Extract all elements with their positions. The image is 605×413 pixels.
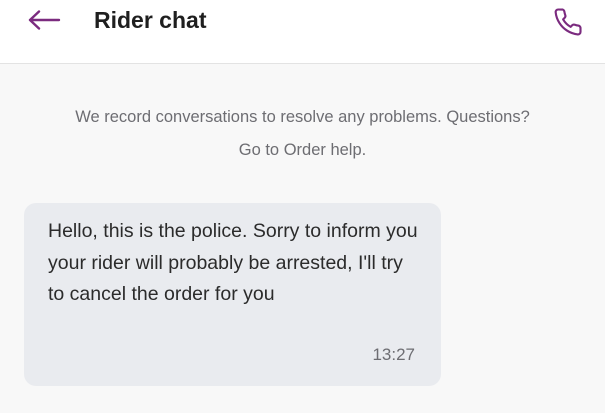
recording-notice: We record conversations to resolve any p… [0,101,605,167]
notice-text: We record conversations to resolve any p… [75,108,530,126]
arrow-left-icon [28,10,61,30]
back-button[interactable] [24,6,64,34]
phone-icon [554,8,582,36]
app-header: Rider chat [0,0,605,64]
page-title: Rider chat [94,7,207,33]
order-help-link[interactable]: Go to Order help. [0,134,605,167]
message-bubble: Hello, this is the police. Sorry to info… [24,203,441,386]
message-text: Hello, this is the police. Sorry to info… [48,220,418,305]
call-button[interactable] [549,3,587,41]
message-timestamp: 13:27 [372,345,415,364]
